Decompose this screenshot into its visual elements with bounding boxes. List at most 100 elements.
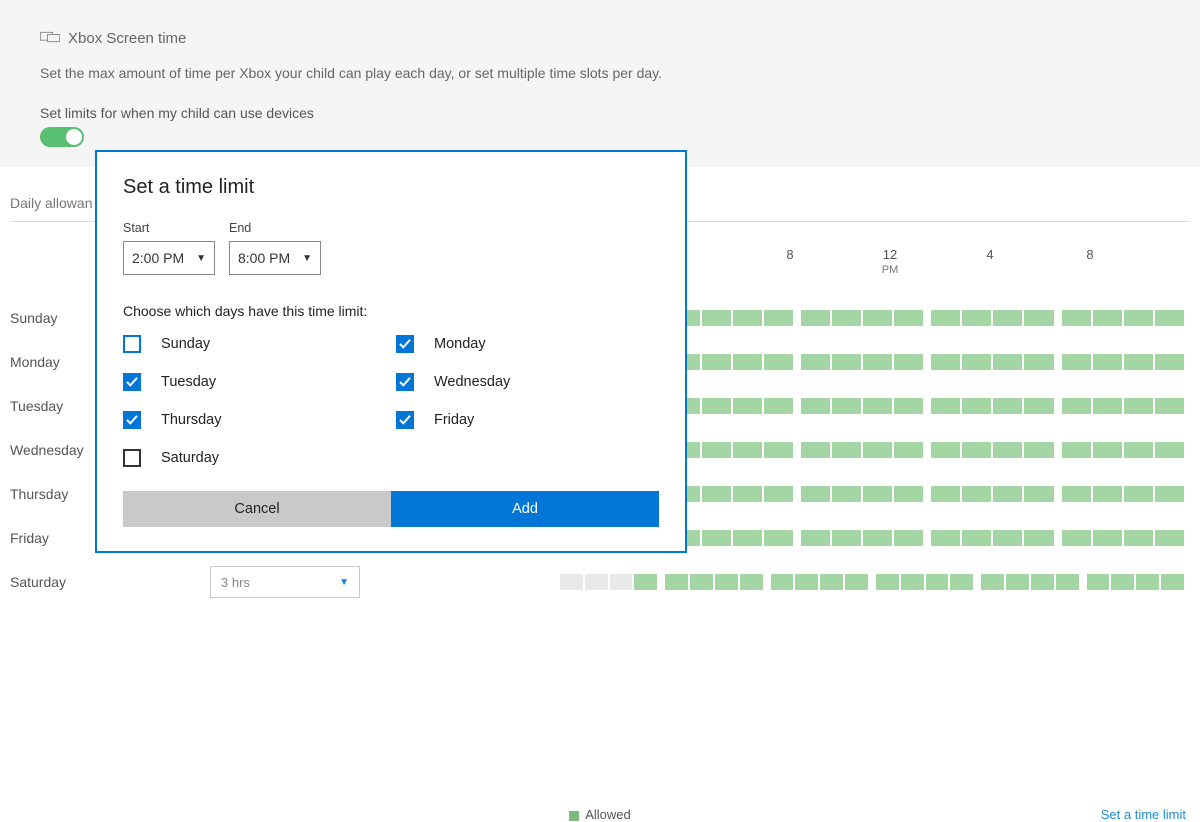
time-slot[interactable] [931,354,960,370]
checkbox[interactable] [396,335,414,353]
time-slot[interactable] [1031,574,1054,590]
time-slot[interactable] [845,574,868,590]
time-slot[interactable] [962,310,991,326]
time-slot[interactable] [1093,486,1122,502]
time-slot[interactable] [585,574,608,590]
time-slot[interactable] [1124,486,1153,502]
time-slot[interactable] [962,442,991,458]
time-slot[interactable] [795,574,818,590]
time-slot[interactable] [665,574,688,590]
time-slot[interactable] [962,354,991,370]
time-slot[interactable] [931,486,960,502]
day-option[interactable]: Saturday [123,449,386,467]
time-slots[interactable] [560,574,1190,590]
checkbox[interactable] [123,373,141,391]
time-slot[interactable] [634,574,657,590]
cancel-button[interactable]: Cancel [123,491,391,527]
time-slot[interactable] [1124,354,1153,370]
time-slot[interactable] [733,310,762,326]
time-slot[interactable] [801,354,830,370]
time-slot[interactable] [820,574,843,590]
add-button[interactable]: Add [391,491,659,527]
time-slot[interactable] [1024,486,1053,502]
time-slot[interactable] [863,398,892,414]
time-slot[interactable] [764,354,793,370]
time-slot[interactable] [1155,530,1184,546]
time-slot[interactable] [1124,398,1153,414]
time-slot[interactable] [764,530,793,546]
time-slot[interactable] [931,530,960,546]
time-slot[interactable] [1093,354,1122,370]
time-slot[interactable] [1124,442,1153,458]
time-slot[interactable] [801,398,830,414]
time-slot[interactable] [1006,574,1029,590]
day-option[interactable]: Thursday [123,411,386,429]
time-slot[interactable] [560,574,583,590]
time-slot[interactable] [1062,398,1091,414]
time-slot[interactable] [993,398,1022,414]
time-slot[interactable] [894,398,923,414]
checkbox[interactable] [123,335,141,353]
time-slot[interactable] [832,398,861,414]
time-slot[interactable] [1024,354,1053,370]
time-slot[interactable] [733,354,762,370]
time-slot[interactable] [801,486,830,502]
time-slot[interactable] [1087,574,1110,590]
time-slot[interactable] [702,486,731,502]
time-slot[interactable] [690,574,713,590]
time-slot[interactable] [740,574,763,590]
time-slot[interactable] [832,486,861,502]
time-slot[interactable] [1024,530,1053,546]
checkbox[interactable] [396,411,414,429]
time-slot[interactable] [894,486,923,502]
time-slot[interactable] [764,310,793,326]
time-slot[interactable] [801,442,830,458]
time-slot[interactable] [894,442,923,458]
time-slot[interactable] [764,398,793,414]
time-slot[interactable] [733,442,762,458]
time-slot[interactable] [1062,530,1091,546]
time-slot[interactable] [993,442,1022,458]
time-slot[interactable] [993,530,1022,546]
day-option[interactable]: Tuesday [123,373,386,391]
time-slot[interactable] [702,354,731,370]
time-slot[interactable] [771,574,794,590]
time-slot[interactable] [1024,442,1053,458]
time-slot[interactable] [715,574,738,590]
time-slot[interactable] [832,530,861,546]
time-slot[interactable] [702,398,731,414]
set-time-limit-link[interactable]: Set a time limit [1101,807,1186,822]
checkbox[interactable] [123,449,141,467]
time-slot[interactable] [1024,310,1053,326]
time-slot[interactable] [832,310,861,326]
time-slot[interactable] [733,530,762,546]
time-slot[interactable] [764,442,793,458]
time-slot[interactable] [901,574,924,590]
time-slot[interactable] [876,574,899,590]
time-slot[interactable] [981,574,1004,590]
time-slot[interactable] [1093,530,1122,546]
time-slot[interactable] [962,398,991,414]
time-slot[interactable] [764,486,793,502]
day-option[interactable]: Friday [396,411,659,429]
time-slot[interactable] [863,310,892,326]
time-slot[interactable] [832,354,861,370]
time-slot[interactable] [1155,486,1184,502]
time-slot[interactable] [931,442,960,458]
time-slot[interactable] [1024,398,1053,414]
time-slot[interactable] [1062,442,1091,458]
time-slot[interactable] [1093,310,1122,326]
time-slot[interactable] [1124,310,1153,326]
time-slot[interactable] [962,530,991,546]
time-slot[interactable] [832,442,861,458]
limits-toggle[interactable] [40,127,84,147]
time-slot[interactable] [863,354,892,370]
time-slot[interactable] [1062,354,1091,370]
time-slot[interactable] [863,442,892,458]
time-slot[interactable] [1062,486,1091,502]
time-slot[interactable] [1093,398,1122,414]
time-slot[interactable] [610,574,633,590]
hours-select[interactable]: 3 hrs▼ [210,566,360,598]
time-slot[interactable] [894,310,923,326]
time-slot[interactable] [1124,530,1153,546]
